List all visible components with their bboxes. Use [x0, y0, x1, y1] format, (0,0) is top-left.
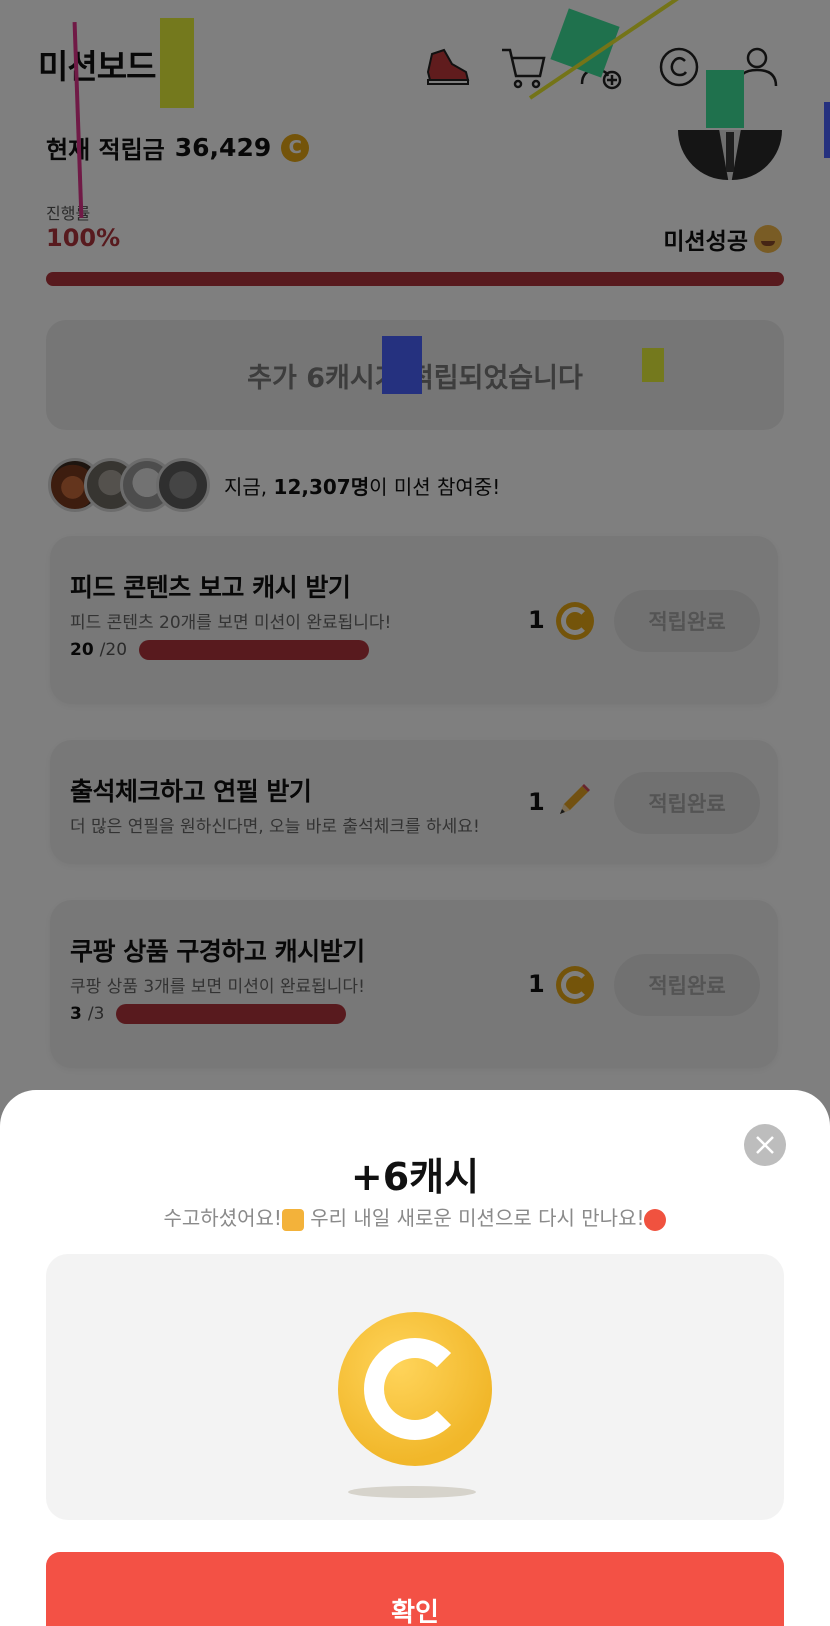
- sheet-title: +6캐시: [350, 1155, 480, 1199]
- thumbs-up-icon: [281, 1208, 304, 1231]
- sheet-subtitle: 수고하셨어요! 우리 내일 새로운 미션으로 다시 만나요!: [0, 1202, 830, 1231]
- reward-sheet: +6캐시 수고하셨어요! 우리 내일 새로운 미션으로 다시 만나요! 확인: [0, 1090, 830, 1626]
- confirm-label: 확인: [391, 1598, 439, 1626]
- big-coin-icon: [338, 1312, 492, 1466]
- coin-panel: [46, 1254, 784, 1520]
- coin-shadow: [348, 1486, 476, 1498]
- confirm-button[interactable]: 확인: [46, 1552, 784, 1626]
- mission-board-page: 미션보드 현재 적립금 36,429 C 진행률 100% 미션성공 추가 6캐…: [0, 0, 830, 1626]
- heart-eyes-icon: [644, 1208, 667, 1231]
